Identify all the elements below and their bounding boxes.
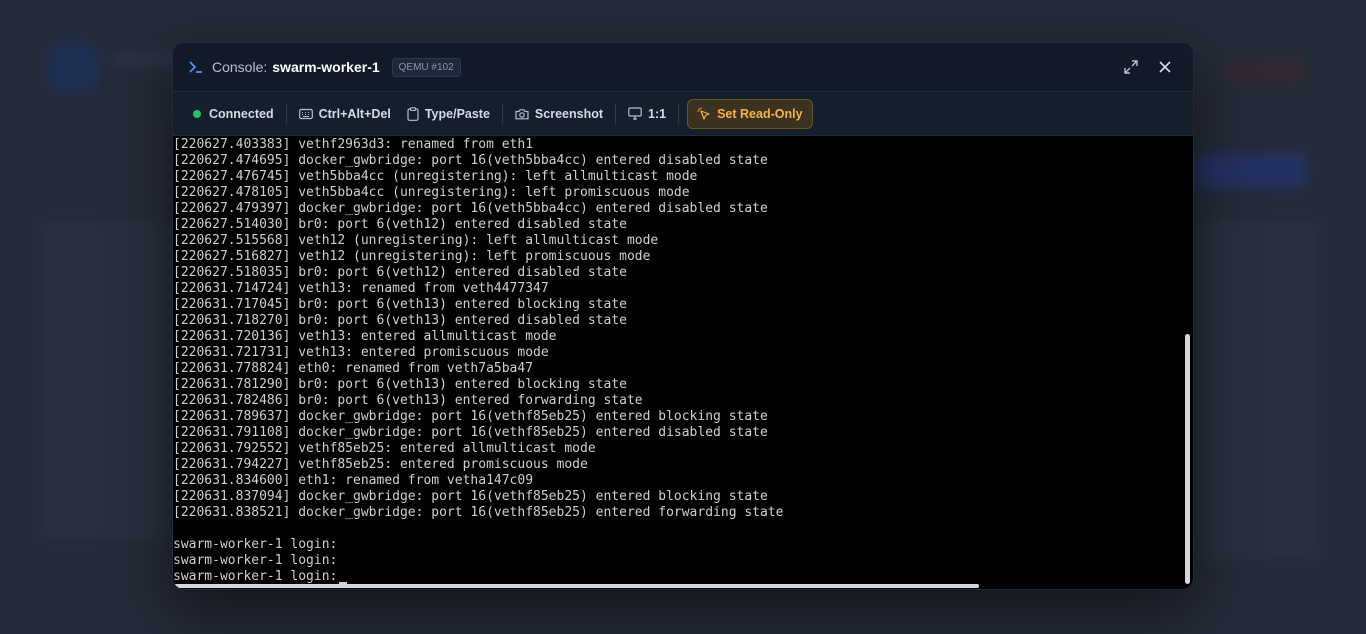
terminal-output: [220627.403383] vethf2963d3: renamed fro… <box>173 136 1193 585</box>
type-paste-button[interactable]: Type/Paste <box>399 100 498 128</box>
terminal-line: swarm-worker-1 login: <box>173 553 338 568</box>
connection-status-label: Connected <box>209 106 274 121</box>
expand-button[interactable] <box>1121 57 1141 77</box>
close-button[interactable] <box>1155 57 1175 77</box>
terminal-line: [220631.792552] vethf85eb25: entered all… <box>173 441 596 456</box>
terminal-line: [220627.518035] br0: port 6(veth12) ente… <box>173 265 627 280</box>
terminal-line: [220631.778824] eth0: renamed from veth7… <box>173 361 534 376</box>
terminal-line: [220631.794227] vethf85eb25: entered pro… <box>173 457 588 472</box>
toolbar-divider <box>285 103 287 124</box>
terminal-horizontal-scrollbar[interactable] <box>173 584 979 588</box>
console-toolbar: Connected Ctrl+Alt+Del Type/Paste Screen… <box>173 91 1193 136</box>
scale-toggle-button[interactable]: 1:1 <box>620 100 674 128</box>
terminal-line: [220627.515568] veth12 (unregistering): … <box>173 233 659 248</box>
screenshot-label: Screenshot <box>534 106 604 121</box>
ctrl-alt-del-button[interactable]: Ctrl+Alt+Del <box>291 100 399 128</box>
type-paste-label: Type/Paste <box>424 106 490 121</box>
terminal-line: [220631.782486] br0: port 6(veth13) ente… <box>173 393 643 408</box>
terminal-line: [220631.720136] veth13: entered allmulti… <box>173 329 557 344</box>
console-host-name: swarm-worker-1 <box>272 59 380 75</box>
terminal-vertical-scrollbar[interactable] <box>1185 334 1190 584</box>
terminal-screen[interactable]: [220627.403383] vethf2963d3: renamed fro… <box>173 136 1193 589</box>
set-read-only-label: Set Read-Only <box>717 106 803 121</box>
terminal-line: swarm-worker-1 login: <box>173 537 338 552</box>
console-title-label: Console: <box>212 59 268 75</box>
console-modal: Console: swarm-worker-1 QEMU #102 Connec… <box>172 42 1194 590</box>
keyboard-icon <box>298 108 313 119</box>
toolbar-divider <box>501 103 503 124</box>
cursor-click-icon <box>697 107 710 120</box>
camera-icon <box>515 108 529 119</box>
vm-id-badge: QEMU #102 <box>391 57 461 77</box>
terminal-line: [220631.714724] veth13: renamed from vet… <box>173 281 549 296</box>
terminal-line: [220627.479397] docker_gwbridge: port 16… <box>173 201 768 216</box>
terminal-line: [220627.474695] docker_gwbridge: port 16… <box>173 153 768 168</box>
scale-label: 1:1 <box>648 106 667 121</box>
terminal-line: [220631.717045] br0: port 6(veth13) ente… <box>173 297 627 312</box>
toolbar-divider <box>615 103 617 124</box>
terminal-line: [220627.516827] veth12 (unregistering): … <box>173 249 651 264</box>
terminal-prompt-icon <box>189 61 202 73</box>
connection-status: Connected <box>185 100 282 128</box>
clipboard-icon <box>407 106 419 121</box>
terminal-line: [220631.721731] veth13: entered promiscu… <box>173 345 549 360</box>
close-icon <box>1159 61 1171 73</box>
terminal-line: [220627.403383] vethf2963d3: renamed fro… <box>173 137 534 152</box>
status-dot-icon <box>193 109 201 118</box>
terminal-line: [220631.781290] br0: port 6(veth13) ente… <box>173 377 627 392</box>
terminal-line: [220627.478105] veth5bba4cc (unregisteri… <box>173 185 690 200</box>
terminal-line: [220631.838521] docker_gwbridge: port 16… <box>173 505 784 520</box>
terminal-line: [220631.791108] docker_gwbridge: port 16… <box>173 425 768 440</box>
terminal-line: [220631.834600] eth1: renamed from vetha… <box>173 473 534 488</box>
set-read-only-button[interactable]: Set Read-Only <box>687 98 813 129</box>
terminal-line: [220627.476745] veth5bba4cc (unregisteri… <box>173 169 698 184</box>
terminal-line: [220631.718270] br0: port 6(veth13) ente… <box>173 313 627 328</box>
screenshot-button[interactable]: Screenshot <box>507 100 611 128</box>
ctrl-alt-del-label: Ctrl+Alt+Del <box>318 106 391 121</box>
terminal-line: [220631.837094] docker_gwbridge: port 16… <box>173 489 768 504</box>
terminal-line: [220631.789637] docker_gwbridge: port 16… <box>173 409 768 424</box>
console-titlebar: Console: swarm-worker-1 QEMU #102 <box>173 43 1193 91</box>
terminal-line: swarm-worker-1 login: <box>173 569 1193 585</box>
toolbar-divider <box>678 103 680 124</box>
expand-icon <box>1124 60 1138 74</box>
monitor-icon <box>628 107 642 120</box>
terminal-line: [220627.514030] br0: port 6(veth12) ente… <box>173 217 627 232</box>
